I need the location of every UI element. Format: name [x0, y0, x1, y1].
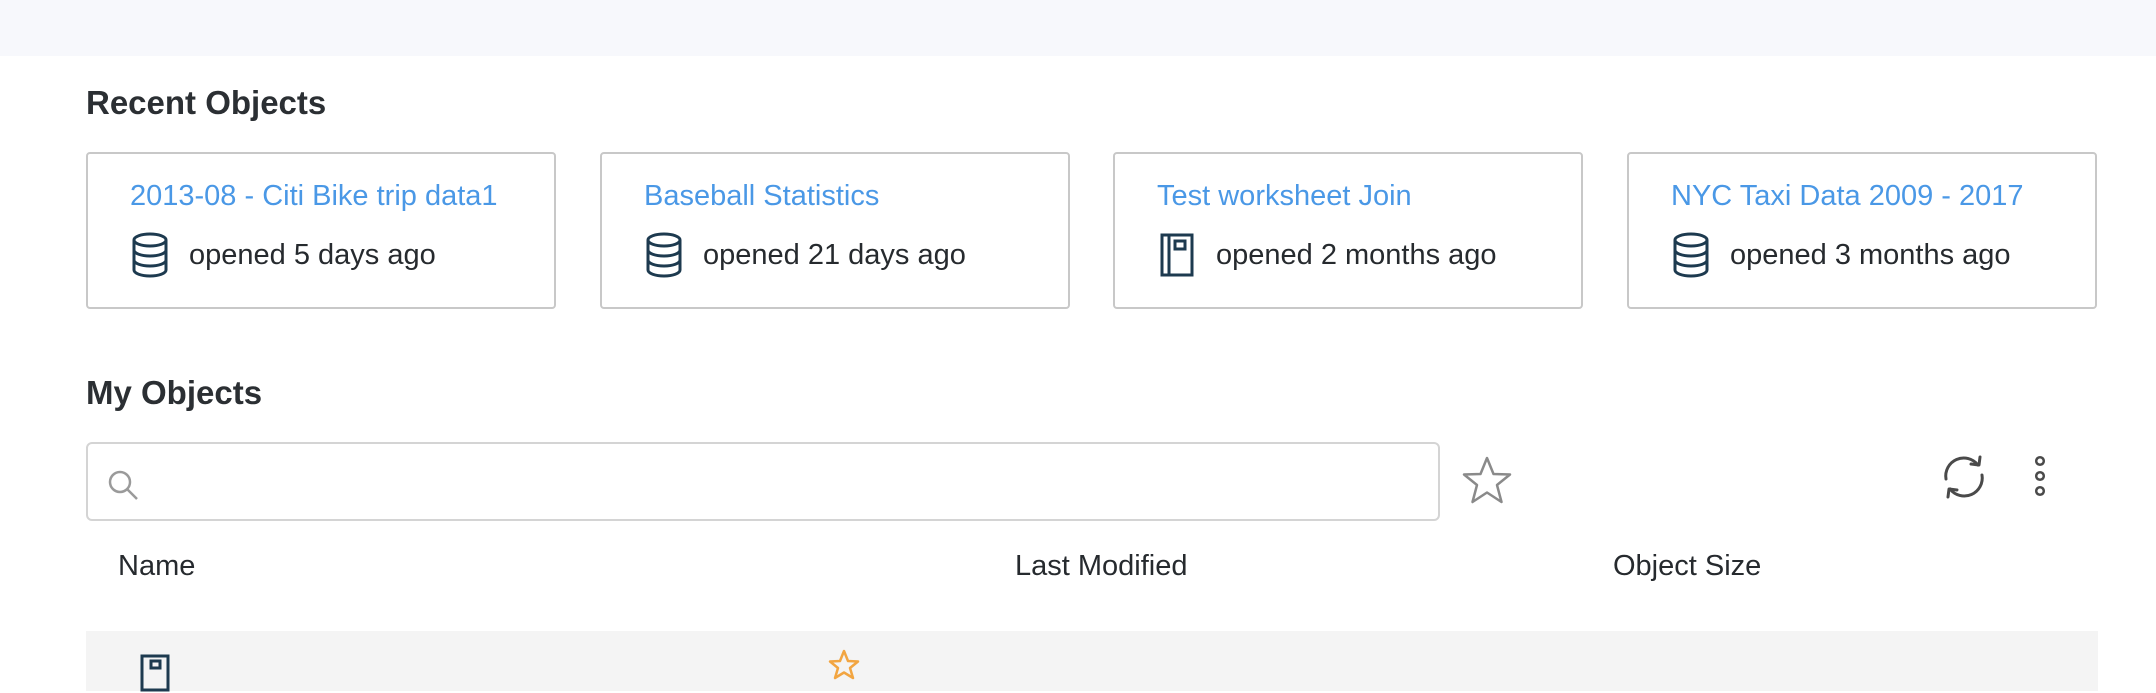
favorites-star-icon[interactable] [1460, 454, 1514, 508]
recent-object-opened: opened 2 months ago [1216, 238, 1497, 271]
recent-object-meta: opened 5 days ago [130, 232, 436, 278]
recent-object-card[interactable]: Baseball Statistics opened 21 days ago [600, 152, 1070, 309]
recent-object-opened: opened 5 days ago [189, 238, 436, 271]
my-objects-heading: My Objects [86, 374, 263, 411]
column-header-last-modified[interactable]: Last Modified [1015, 550, 1188, 583]
table-row[interactable] [86, 631, 2098, 692]
search-box[interactable] [86, 442, 1440, 521]
recent-object-title[interactable]: NYC Taxi Data 2009 - 2017 [1671, 180, 2056, 213]
recent-object-card[interactable]: Test worksheet Join opened 2 months ago [1113, 152, 1583, 309]
database-icon [646, 232, 682, 278]
recent-object-opened: opened 3 months ago [1730, 238, 2011, 271]
recent-object-title[interactable]: Baseball Statistics [644, 180, 1029, 213]
notebook-icon [140, 654, 170, 692]
search-input[interactable] [154, 454, 1418, 512]
recent-object-title[interactable]: 2013-08 - Citi Bike trip data1 [130, 180, 515, 213]
recent-object-meta: opened 3 months ago [1671, 232, 2011, 278]
recent-objects-heading: Recent Objects [86, 84, 327, 121]
recent-object-meta: opened 2 months ago [1157, 232, 1497, 278]
recent-object-title[interactable]: Test worksheet Join [1157, 180, 1542, 213]
favorite-star-icon[interactable] [828, 649, 860, 681]
database-icon [132, 232, 168, 278]
column-header-name[interactable]: Name [118, 550, 195, 583]
recent-objects-list: 2013-08 - Citi Bike trip data1 opened 5 … [86, 152, 2098, 311]
more-options-icon[interactable] [2026, 454, 2054, 498]
database-icon [1673, 232, 1709, 278]
recent-object-meta: opened 21 days ago [644, 232, 966, 278]
notebook-icon [1160, 233, 1194, 277]
column-header-object-size[interactable]: Object Size [1613, 550, 1761, 583]
top-bar [0, 0, 2156, 56]
recent-object-card[interactable]: 2013-08 - Citi Bike trip data1 opened 5 … [86, 152, 556, 309]
search-icon [108, 470, 138, 500]
refresh-icon[interactable] [1938, 452, 1990, 502]
recent-object-opened: opened 21 days ago [703, 238, 966, 271]
recent-object-card[interactable]: NYC Taxi Data 2009 - 2017 opened 3 month… [1627, 152, 2097, 309]
